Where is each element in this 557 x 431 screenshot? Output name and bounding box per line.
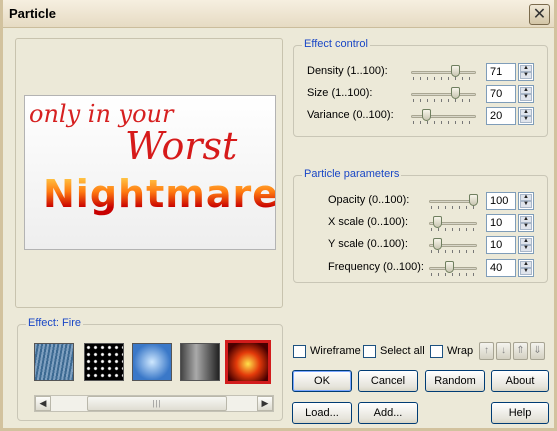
y-scale-input[interactable]: 10 (486, 236, 516, 254)
preview-image: only in your Worst Nightmare (24, 95, 276, 250)
x-scale-row: X scale (0..100): 10 ▲ ▼ (294, 214, 547, 232)
size-label: Size (1..100): (307, 87, 373, 99)
move-bottom-icon[interactable]: ⇓ (530, 342, 545, 360)
frequency-slider-knob[interactable] (445, 261, 454, 273)
wrap-label[interactable]: Wrap (447, 345, 473, 357)
x-scale-spinner[interactable]: ▲ ▼ (518, 214, 534, 232)
opacity-row: Opacity (0..100): 100 ▲ ▼ (294, 192, 547, 210)
frequency-spinner[interactable]: ▲ ▼ (518, 259, 534, 277)
wrap-box[interactable] (430, 345, 443, 358)
frequency-slider[interactable] (429, 261, 477, 276)
y-scale-label: Y scale (0..100): (328, 238, 408, 250)
move-up-icon[interactable]: ↑ (479, 342, 494, 360)
variance-label: Variance (0..100): (307, 109, 394, 121)
particle-parameters-group: Particle parameters Opacity (0..100): 10… (293, 168, 548, 283)
scroll-left-arrow-icon[interactable]: ◀ (35, 396, 51, 411)
scroll-thumb[interactable]: ||| (87, 396, 227, 411)
scroll-right-arrow-icon[interactable]: ▶ (257, 396, 273, 411)
variance-spinner[interactable]: ▲ ▼ (518, 107, 534, 125)
wireframe-box[interactable] (293, 345, 306, 358)
select-all-box[interactable] (363, 345, 376, 358)
close-button[interactable]: ✕ (529, 4, 550, 25)
opacity-spinner[interactable]: ▲ ▼ (518, 192, 534, 210)
y-scale-slider-knob[interactable] (433, 238, 442, 250)
density-slider-knob[interactable] (451, 65, 461, 77)
opacity-label: Opacity (0..100): (328, 194, 410, 206)
variance-slider[interactable] (411, 109, 476, 124)
opacity-input[interactable]: 100 (486, 192, 516, 210)
density-row: Density (1..100): 71 ▲ ▼ (294, 63, 547, 81)
about-button[interactable]: About (491, 370, 549, 392)
preview-panel: only in your Worst Nightmare (15, 38, 283, 308)
x-scale-label: X scale (0..100): (328, 216, 409, 228)
y-scale-slider[interactable] (429, 238, 477, 253)
load-button[interactable]: Load... (292, 402, 352, 424)
effect-group: Effect: Fire ◀ ||| ▶ (17, 317, 283, 421)
particle-parameters-title: Particle parameters (302, 168, 402, 180)
size-slider-knob[interactable] (450, 87, 460, 99)
y-scale-spinner[interactable]: ▲ ▼ (518, 236, 534, 254)
density-spinner[interactable]: ▲ ▼ (518, 63, 534, 81)
frequency-label: Frequency (0..100): (328, 261, 424, 273)
x-scale-input[interactable]: 10 (486, 214, 516, 232)
window-title: Particle (9, 6, 56, 21)
title-bar[interactable]: Particle ✕ (3, 0, 554, 28)
size-spinner[interactable]: ▲ ▼ (518, 85, 534, 103)
ok-button[interactable]: OK (292, 370, 352, 392)
x-scale-slider[interactable] (429, 216, 477, 231)
density-input[interactable]: 71 (486, 63, 516, 81)
effect-control-group: Effect control Density (1..100): 71 ▲ ▼ S… (293, 38, 548, 137)
move-down-icon[interactable]: ↓ (496, 342, 511, 360)
opacity-slider[interactable] (429, 194, 478, 209)
effect-control-title: Effect control (302, 38, 370, 50)
add-button[interactable]: Add... (358, 402, 418, 424)
density-slider[interactable] (411, 65, 476, 80)
variance-input[interactable]: 20 (486, 107, 516, 125)
select-all-label[interactable]: Select all (380, 345, 425, 357)
y-scale-row: Y scale (0..100): 10 ▲ ▼ (294, 236, 547, 254)
wireframe-label[interactable]: Wireframe (310, 345, 361, 357)
effect-thumb-fire[interactable] (225, 340, 271, 384)
x-scale-slider-knob[interactable] (433, 216, 442, 228)
variance-slider-knob[interactable] (422, 109, 432, 121)
size-slider[interactable] (411, 87, 476, 102)
cancel-button[interactable]: Cancel (358, 370, 418, 392)
move-top-icon[interactable]: ⇑ (513, 342, 528, 360)
size-input[interactable]: 70 (486, 85, 516, 103)
frequency-input[interactable]: 40 (486, 259, 516, 277)
opacity-slider-knob[interactable] (469, 194, 478, 206)
effect-thumb-stars[interactable] (84, 343, 124, 381)
variance-row: Variance (0..100): 20 ▲ ▼ (294, 107, 547, 125)
frequency-row: Frequency (0..100): 40 ▲ ▼ (294, 259, 547, 277)
density-label: Density (1..100): (307, 65, 388, 77)
size-row: Size (1..100): 70 ▲ ▼ (294, 85, 547, 103)
effect-group-label: Effect: Fire (26, 317, 83, 329)
preview-art-line2: Worst (125, 124, 238, 168)
effect-scrollbar[interactable]: ◀ ||| ▶ (34, 395, 274, 412)
effect-thumb-rain[interactable] (34, 343, 74, 381)
effect-thumb-smoke[interactable] (180, 343, 220, 381)
particle-dialog: Particle ✕ only in your Worst Nightmare … (0, 0, 557, 431)
help-button[interactable]: Help (491, 402, 549, 424)
preview-art-line3: Nightmare (43, 172, 275, 216)
random-button[interactable]: Random (425, 370, 485, 392)
effect-thumb-sky[interactable] (132, 343, 172, 381)
